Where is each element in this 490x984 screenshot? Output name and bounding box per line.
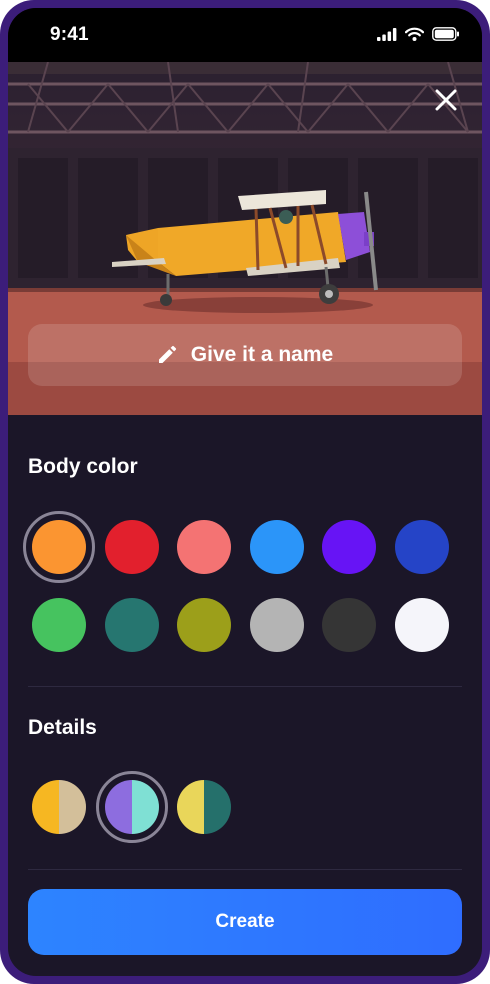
body-color-swatch[interactable] [394,598,449,652]
body-color-swatch[interactable] [322,520,376,574]
create-button-label: Create [215,911,275,932]
name-button-label: Give it a name [190,343,334,366]
close-button[interactable] [428,82,464,118]
body-color-title: Body color [28,455,138,478]
body-color-swatch[interactable] [104,520,159,574]
hangar-preview: Give it a name [8,62,482,415]
body-color-swatch[interactable] [394,520,449,574]
screen: 9:41 Give it a name Body color Details C… [8,8,482,976]
battery-icon [432,27,460,46]
status-bar: 9:41 [8,8,482,62]
detail-color-swatch[interactable] [177,780,231,834]
divider [28,686,462,687]
detail-color-swatch[interactable] [95,771,168,843]
body-color-swatch[interactable] [322,598,376,652]
body-color-swatch[interactable] [249,598,304,652]
body-color-swatch[interactable] [177,598,231,652]
phone-frame: 9:41 Give it a name Body color Details C… [0,0,490,984]
detail-color-swatch[interactable] [32,780,86,834]
name-plane-button[interactable]: Give it a name [28,324,462,386]
status-icons [377,27,460,46]
body-color-swatch[interactable] [23,511,95,583]
create-button[interactable]: Create [28,889,462,955]
wifi-icon [404,27,425,46]
body-color-swatch[interactable] [32,598,86,652]
pencil-icon [158,345,176,363]
details-title: Details [28,716,97,739]
body-color-swatch[interactable] [249,520,304,574]
body-color-swatch[interactable] [177,520,231,574]
status-time: 9:41 [50,24,89,45]
close-icon [435,89,457,111]
signal-icon [377,27,397,46]
divider [28,869,462,870]
body-color-swatch[interactable] [104,598,159,652]
